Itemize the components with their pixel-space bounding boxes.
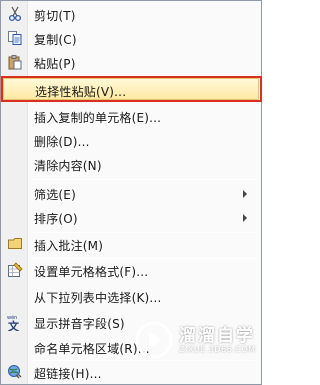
menu-item-label: 选择性粘贴(V)... xyxy=(35,85,127,99)
menu-item-label: 命名单元格区域(R)... xyxy=(34,342,150,356)
watermark-title: 溜溜自学 xyxy=(179,326,255,346)
menu-item-clear-contents[interactable]: 清除内容(N) xyxy=(3,153,259,175)
svg-text:文: 文 xyxy=(8,319,20,331)
comment-icon xyxy=(6,235,24,253)
watermark: 溜溜自学 ZIXUE.3D66.COM xyxy=(135,319,259,363)
menu-item-delete[interactable]: 删除(D)... xyxy=(3,129,259,151)
menu-item-label: 复制(C) xyxy=(34,33,77,47)
menu-item-label: 从下拉列表中选择(K)... xyxy=(34,291,162,305)
menu-item-pick-from-list[interactable]: 从下拉列表中选择(K)... xyxy=(3,285,259,307)
menu-item-paste-special[interactable]: 选择性粘贴(V)... xyxy=(3,78,259,100)
menu-item-sort[interactable]: 排序(O) xyxy=(3,206,259,228)
menu-item-label: 删除(D)... xyxy=(34,135,90,149)
menu-item-hyperlink[interactable]: 超链接(H)... xyxy=(3,361,259,383)
menu-item-insert-copied-cells[interactable]: 插入复制的单元格(E)... xyxy=(3,105,259,127)
menu-item-format-cells[interactable]: 设置单元格格式(F)... xyxy=(3,259,259,281)
menu-item-label: 设置单元格格式(F)... xyxy=(34,265,149,279)
menu-item-paste[interactable]: 粘贴(P) xyxy=(3,51,259,73)
copy-icon xyxy=(6,29,24,47)
menu-separator xyxy=(31,179,257,180)
menu-item-label: 筛选(E) xyxy=(34,188,76,202)
hyperlink-globe-icon xyxy=(6,363,24,381)
watermark-logo-icon xyxy=(135,321,173,359)
menu-item-label: 排序(O) xyxy=(34,212,78,226)
submenu-arrow-icon xyxy=(243,190,247,198)
menu-item-cut[interactable]: 剪切(T) xyxy=(3,3,259,25)
menu-item-label: 剪切(T) xyxy=(34,9,76,23)
menu-item-filter[interactable]: 筛选(E) xyxy=(3,182,259,204)
menu-item-label: 插入批注(M) xyxy=(34,239,104,253)
menu-item-label: 超链接(H)... xyxy=(34,367,102,381)
format-cells-icon xyxy=(6,261,24,279)
phonetic-icon: wén 文 xyxy=(6,313,24,331)
watermark-url: ZIXUE.3D66.COM xyxy=(179,345,256,354)
menu-item-label: 清除内容(N) xyxy=(34,159,102,173)
menu-item-label: 插入复制的单元格(E)... xyxy=(34,111,162,125)
menu-item-label: 显示拼音字段(S) xyxy=(34,317,125,331)
scissors-icon xyxy=(6,5,24,23)
menu-item-insert-comment[interactable]: 插入批注(M) xyxy=(3,233,259,255)
submenu-arrow-icon xyxy=(243,214,247,222)
menu-item-copy[interactable]: 复制(C) xyxy=(3,27,259,49)
clipboard-icon xyxy=(6,53,24,71)
context-menu: 剪切(T) 复制(C) 粘贴(P) 选择性粘贴(V)... 插入复制的单元格(E… xyxy=(0,0,262,385)
menu-item-label: 粘贴(P) xyxy=(34,57,76,71)
